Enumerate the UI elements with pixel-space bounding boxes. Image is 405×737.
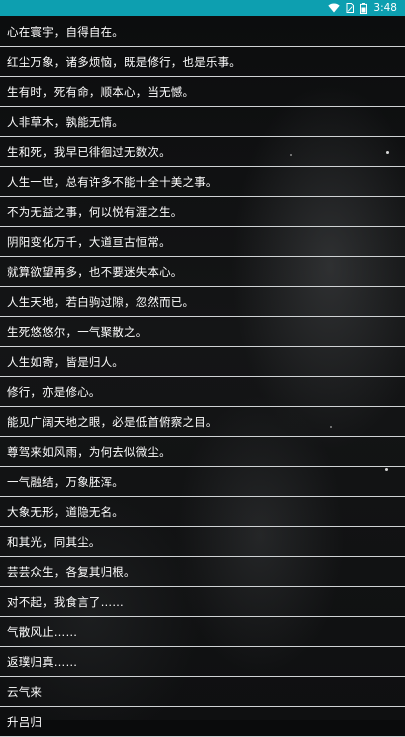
clock: 3:48 [373,2,397,14]
list-item-text: 升吕归 [7,714,43,729]
list-item-text: 尊驾来如风雨，为何去似微尘。 [7,444,171,459]
status-bar: 3:48 [0,0,405,16]
list-item-text: 一气融结，万象胚浑。 [7,474,124,489]
list-item-text: 对不起，我食言了…… [7,594,124,609]
list-item-text: 返璞归真…… [7,654,78,669]
list-item-text: 气散风止…… [7,624,78,639]
list-item-text: 人生天地，若白驹过隙，忽然而已。 [7,294,195,309]
battery-icon [360,2,368,14]
list-item-text: 芸芸众生，各复其归根。 [7,564,136,579]
list-item[interactable]: 人非草木，孰能无情。 [0,107,405,137]
list-item[interactable]: 云气来 [0,677,405,707]
list-item[interactable]: 心在寰宇，自得自在。 [0,17,405,47]
list-item-text: 心在寰宇，自得自在。 [7,24,124,39]
list-item[interactable]: 人生一世，总有许多不能十全十美之事。 [0,167,405,197]
list-item[interactable]: 就算欲望再多，也不要迷失本心。 [0,257,405,287]
list-item-text: 生和死，我早已徘徊过无数次。 [7,144,171,159]
list-item[interactable]: 一气融结，万象胚浑。 [0,467,405,497]
list-item-text: 红尘万象，诸多烦恼，既是修行，也是乐事。 [7,54,241,69]
list-item-text: 云气来 [7,684,43,699]
list-item[interactable]: 升吕归 [0,707,405,737]
list-item[interactable]: 修行，亦是修心。 [0,377,405,407]
list-item-text: 阴阳变化万千，大道亘古恒常。 [7,234,171,249]
list-item[interactable]: 阴阳变化万千，大道亘古恒常。 [0,227,405,257]
list-item[interactable]: 人生天地，若白驹过隙，忽然而已。 [0,287,405,317]
list-item-text: 人生一世，总有许多不能十全十美之事。 [7,174,218,189]
list-item-text: 能见广阔天地之眼，必是低首俯察之目。 [7,414,218,429]
list-item[interactable]: 返璞归真…… [0,647,405,677]
list-item-text: 不为无益之事，何以悦有涯之生。 [7,204,183,219]
wifi-icon [328,3,341,13]
list-item[interactable]: 芸芸众生，各复其归根。 [0,557,405,587]
quote-list: 心在寰宇，自得自在。红尘万象，诸多烦恼，既是修行，也是乐事。 生有时，死有命，顺本… [0,17,405,737]
list-item-text: 生有时，死有命，顺本心，当无憾。 [7,84,195,99]
list-item[interactable]: 尊驾来如风雨，为何去似微尘。 [0,437,405,467]
list-item[interactable]: 大象无形，道隐无名。 [0,497,405,527]
list-item[interactable]: 人生如寄，皆是归人。 [0,347,405,377]
list-item-text: 修行，亦是修心。 [7,384,101,399]
list-item[interactable]: 和其光，同其尘。 [0,527,405,557]
list-item-text: 生死悠悠尔，一气聚散之。 [7,324,148,339]
list-item-text: 就算欲望再多，也不要迷失本心。 [7,264,183,279]
list-item[interactable]: 能见广阔天地之眼，必是低首俯察之目。 [0,407,405,437]
list-item[interactable]: 生有时，死有命，顺本心，当无憾。 [0,77,405,107]
list-item[interactable]: 气散风止…… [0,617,405,647]
list-item-text: 和其光，同其尘。 [7,534,101,549]
list-item-text: 大象无形，道隐无名。 [7,504,124,519]
list-item-text: 人非草木，孰能无情。 [7,114,124,129]
list-item[interactable]: 红尘万象，诸多烦恼，既是修行，也是乐事。 [0,47,405,77]
list-item[interactable]: 生和死，我早已徘徊过无数次。 [0,137,405,167]
list-item[interactable]: 生死悠悠尔，一气聚散之。 [0,317,405,347]
list-item-text: 人生如寄，皆是归人。 [7,354,124,369]
list-item[interactable]: 不为无益之事，何以悦有涯之生。 [0,197,405,227]
list-item[interactable]: 对不起，我食言了…… [0,587,405,617]
sim-icon [346,3,355,13]
